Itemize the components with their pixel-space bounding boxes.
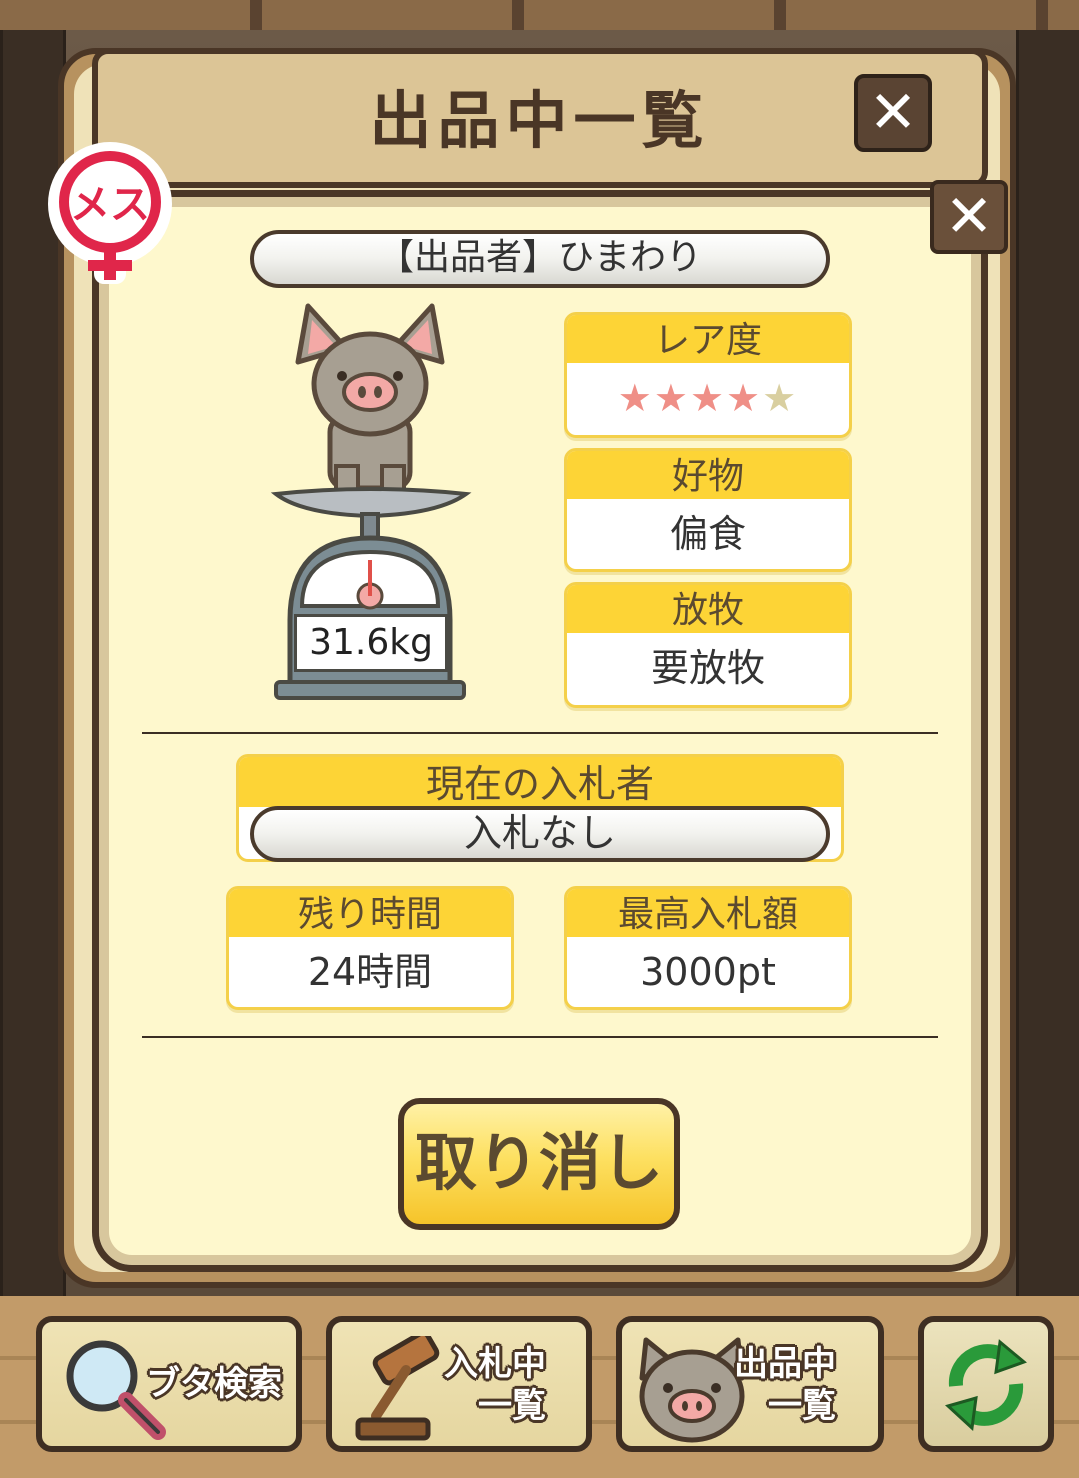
current-bidder-value: 入札なし — [250, 806, 830, 862]
bidding-list-label-line2: 一覧 — [478, 1386, 546, 1426]
seller-name-pill: 【出品者】ひまわり — [250, 230, 830, 288]
refresh-icon — [945, 1339, 1027, 1432]
grazing-value: 要放牧 — [650, 646, 765, 690]
gender-badge-label: メス — [70, 182, 150, 228]
section-divider — [142, 732, 938, 734]
remaining-time-label: 残り時間 — [229, 889, 511, 937]
refresh-button[interactable] — [918, 1316, 1054, 1452]
star-icon: ★ — [689, 376, 727, 420]
favorite-food-label: 好物 — [567, 451, 849, 499]
bidding-list-button[interactable]: 入札中 一覧 — [326, 1316, 592, 1452]
star-icon: ★ — [617, 376, 654, 420]
favorite-food-box: 好物 偏食 — [564, 448, 852, 572]
bidding-list-label-line1: 入札中 — [444, 1344, 546, 1384]
favorite-food-value: 偏食 — [669, 512, 746, 556]
star-icon: ★ — [653, 376, 690, 420]
panel-close-button[interactable]: ✕ — [930, 180, 1008, 254]
star-icon: ★ — [726, 376, 763, 420]
rarity-label: レア度 — [567, 315, 849, 363]
max-bid-label: 最高入札額 — [567, 889, 849, 937]
listing-list-label-line1: 出品中 — [734, 1344, 836, 1384]
window-close-button[interactable]: ✕ — [854, 74, 932, 152]
grazing-label: 放牧 — [567, 585, 849, 633]
pig-search-button[interactable]: ブタ検索 — [36, 1316, 302, 1452]
rarity-box: レア度 ★★★★★ — [564, 312, 852, 438]
current-bidder-label: 現在の入札者 — [239, 757, 841, 807]
rarity-stars: ★★★★★ — [567, 363, 849, 433]
star-empty-icon: ★ — [762, 376, 799, 420]
pig-weight-readout: 31.6kg — [294, 614, 448, 672]
max-bid-value: 3000pt — [640, 950, 776, 994]
remaining-time-box: 残り時間 24時間 — [226, 886, 514, 1010]
max-bid-box: 最高入札額 3000pt — [564, 886, 852, 1010]
female-symbol-icon: メス — [48, 142, 172, 284]
grazing-box: 放牧 要放牧 — [564, 582, 852, 708]
cancel-listing-button[interactable]: 取り消し — [398, 1098, 680, 1230]
section-divider — [142, 1036, 938, 1038]
close-icon: ✕ — [868, 78, 918, 146]
barn-top-planks — [0, 0, 1079, 30]
pig-search-label: ブタ検索 — [146, 1364, 282, 1404]
listing-list-label-line2: 一覧 — [768, 1386, 836, 1426]
remaining-time-value: 24時間 — [307, 950, 433, 994]
close-icon: ✕ — [944, 182, 994, 250]
barn-post — [1016, 30, 1079, 1300]
female-badge: メス — [46, 142, 174, 290]
listing-list-button[interactable]: 出品中 一覧 — [616, 1316, 884, 1452]
